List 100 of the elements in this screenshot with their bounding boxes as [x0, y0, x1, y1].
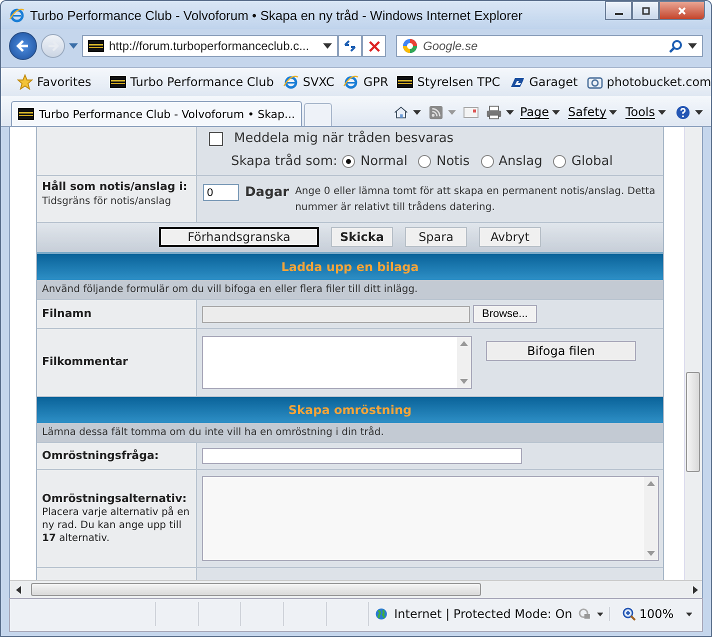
field-label: Omröstningsalternativ: [42, 492, 188, 506]
favorite-link[interactable]: Turbo Performance Club [108, 75, 276, 89]
zoom-icon [622, 607, 636, 621]
lock-icon[interactable] [578, 606, 591, 622]
scroll-thumb[interactable] [31, 583, 481, 596]
caret-icon [552, 110, 560, 114]
minimize-icon [614, 12, 622, 14]
unit-label: Dagar [245, 184, 290, 201]
maximize-button[interactable] [632, 1, 659, 20]
field-label: Filnamn [42, 306, 93, 322]
attach-file-button[interactable]: Bifoga filen [486, 341, 636, 361]
favorite-link[interactable]: photobucket.com [584, 74, 711, 90]
scroll-up-icon[interactable] [647, 481, 655, 486]
form-button[interactable]: Skicka [331, 227, 393, 247]
thread-type-radio[interactable] [480, 155, 494, 168]
radio-label: Anslag [498, 154, 542, 169]
refresh-icon [342, 38, 358, 54]
favorite-link[interactable]: Styrelsen TPC [395, 75, 502, 89]
dropdown-arrow-icon[interactable] [688, 43, 697, 49]
back-button[interactable] [9, 32, 37, 60]
command-menu[interactable]: Safety [566, 105, 620, 119]
scroll-down-icon[interactable] [460, 379, 468, 384]
favorite-link[interactable]: GPR [341, 74, 390, 90]
forward-button[interactable] [41, 34, 65, 58]
comment-textarea[interactable] [202, 336, 472, 389]
browser-page-icon [282, 74, 299, 90]
stop-button[interactable] [362, 35, 386, 57]
field-label: Filkommentar [42, 355, 129, 370]
search-icon[interactable] [669, 39, 683, 53]
section-header: Skapa omröstning [37, 397, 663, 423]
dropdown-arrow-icon[interactable] [506, 110, 514, 114]
file-input[interactable] [202, 306, 470, 322]
form-button[interactable]: Avbryt [479, 227, 541, 247]
site-favicon-icon [88, 40, 104, 52]
site-favicon-icon [397, 76, 414, 88]
scroll-thumb[interactable] [686, 372, 700, 472]
thread-type-radio[interactable] [418, 155, 432, 168]
section-description: Lämna dessa fält tomma om du inte vill ha en omröstning i din tråd. [37, 423, 663, 443]
caret-icon [658, 110, 666, 114]
command-menu[interactable]: Tools [623, 105, 668, 119]
refresh-button[interactable] [338, 35, 362, 57]
print-icon[interactable] [486, 104, 502, 120]
browser-tab[interactable]: Turbo Performance Club - Volvoforum • Skap... [11, 101, 302, 126]
mail-icon[interactable] [462, 104, 479, 120]
notify-label: Meddela mig när tråden besvaras [234, 131, 454, 146]
search-placeholder: Google.se [423, 39, 478, 53]
dropdown-arrow-icon[interactable] [412, 110, 421, 114]
zoom-button[interactable]: 100% [609, 607, 680, 621]
favorite-link[interactable]: Garaget [507, 74, 580, 90]
globe-icon [375, 606, 388, 622]
form-button[interactable]: Spara [405, 227, 467, 247]
dropdown-arrow-icon[interactable] [596, 612, 604, 616]
browse-button[interactable]: Browse... [473, 305, 537, 323]
thread-type-label: Skapa tråd som: [231, 154, 338, 169]
search-provider-icon [402, 38, 418, 54]
section-header: Ladda upp en bilaga [37, 254, 663, 280]
minimize-button[interactable] [605, 1, 632, 20]
browser-logo-icon [9, 7, 25, 23]
close-button[interactable] [659, 1, 705, 20]
stop-icon [368, 40, 380, 52]
days-input[interactable]: 0 [203, 184, 239, 201]
horizontal-scrollbar[interactable] [10, 580, 702, 598]
scroll-right-icon[interactable] [693, 586, 698, 594]
vertical-scrollbar[interactable] [684, 127, 702, 580]
note-text: Ange 0 eller lämna tomt för att skapa en permanent notis/anslag. Detta nummer är relativt till trådens datering. [295, 185, 656, 215]
thread-type-radio[interactable] [342, 155, 356, 168]
caret-icon [609, 110, 618, 114]
favorite-link[interactable]: SVXC [280, 74, 336, 90]
favorites-button[interactable]: Favorites [15, 74, 94, 90]
scroll-up-icon[interactable] [460, 341, 468, 346]
close-icon [677, 6, 687, 16]
field-label: Omröstningsfråga: [42, 448, 160, 464]
feed-icon[interactable] [428, 104, 444, 120]
radio-label: Notis [436, 154, 470, 169]
command-menu[interactable]: Page [518, 105, 562, 119]
security-zone-text: Internet | Protected Mode: On [394, 607, 572, 621]
home-icon[interactable] [392, 104, 409, 120]
site-favicon-icon [110, 76, 126, 88]
search-field[interactable]: Google.se [396, 35, 703, 57]
star-icon [17, 74, 33, 90]
radio-label: Normal [360, 154, 408, 169]
maximize-icon [640, 6, 650, 16]
browser-page-icon [343, 74, 360, 90]
window-title: Turbo Performance Club - Volvoforum • Skapa en ny tråd - Windows Internet Explorer [30, 8, 524, 22]
scroll-down-icon[interactable] [647, 551, 655, 556]
field-label: Håll som notis/anslag i: [42, 180, 188, 194]
thread-type-radio[interactable] [553, 155, 566, 168]
scroll-left-icon[interactable] [16, 586, 21, 594]
notify-checkbox[interactable] [209, 132, 223, 146]
section-description: Använd följande formulär om du vill bifoga en eller flera filer till ditt inlägg. [37, 280, 663, 300]
poll-question-input[interactable] [202, 448, 522, 464]
help-icon[interactable] [675, 104, 691, 120]
field-hint: Placera varje alternativ på en ny rad. Du kan ange upp till 17 alternativ. [42, 506, 191, 546]
address-field[interactable]: http://forum.turboperformanceclub.c... [82, 35, 338, 57]
form-button[interactable]: Förhandsgranska [159, 227, 319, 247]
poll-options-textarea[interactable] [202, 476, 659, 561]
dropdown-arrow-icon[interactable] [695, 110, 703, 114]
dropdown-arrow-icon[interactable] [323, 43, 332, 49]
radio-label: Global [571, 154, 613, 169]
dropdown-arrow-icon[interactable] [686, 612, 692, 616]
